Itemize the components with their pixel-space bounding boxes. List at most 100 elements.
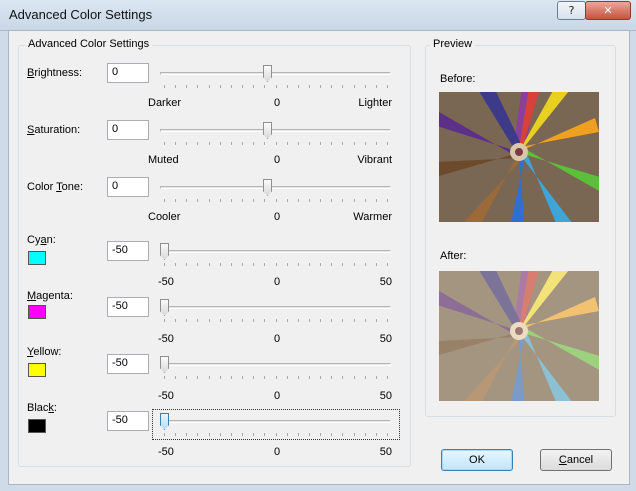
tick-mark (276, 433, 277, 436)
tick-mark (253, 142, 254, 145)
magenta-slider-track[interactable] (160, 306, 391, 309)
tick-mark (264, 199, 265, 202)
cancel-access-key: C (558, 454, 567, 466)
tick-mark (186, 85, 187, 88)
tick-mark (387, 263, 388, 266)
black-slider-track[interactable] (160, 420, 391, 423)
black-slider-ticks (160, 433, 391, 437)
help-button[interactable]: ? (557, 1, 586, 20)
tick-mark (175, 263, 176, 266)
tone-value-input[interactable]: 0 (107, 177, 149, 197)
yellow-slider-track[interactable] (160, 363, 391, 366)
cancel-label-rest: ancel (566, 454, 594, 466)
tone-max-label: Warmer (353, 211, 392, 223)
tick-mark (387, 376, 388, 379)
yellow-label-post: ellow: (33, 346, 62, 358)
black-value-input[interactable]: -50 (107, 411, 149, 431)
tick-mark (242, 199, 243, 202)
tick-mark (175, 319, 176, 322)
tick-mark (220, 319, 221, 322)
close-button[interactable]: ✕ (585, 1, 631, 20)
tick-mark (320, 433, 321, 436)
tick-mark (387, 433, 388, 436)
tick-mark (342, 199, 343, 202)
tick-mark (186, 376, 187, 379)
cancel-button[interactable]: Cancel (540, 449, 612, 471)
cyan-value-input[interactable]: -50 (107, 241, 149, 261)
tick-mark (342, 263, 343, 266)
tick-mark (298, 433, 299, 436)
brightness-slider-track[interactable] (160, 72, 391, 75)
saturation-slider-ticks (160, 142, 391, 146)
tick-mark (209, 376, 210, 379)
tick-mark (276, 376, 277, 379)
brightness-value-input[interactable]: 0 (107, 63, 149, 83)
tick-mark (220, 85, 221, 88)
tick-mark (354, 376, 355, 379)
tick-mark (276, 263, 277, 266)
tick-mark (164, 376, 165, 379)
tone-label: Color Tone: (27, 181, 83, 193)
tick-mark (253, 263, 254, 266)
tick-mark (264, 142, 265, 145)
tick-mark (264, 85, 265, 88)
tick-mark (376, 263, 377, 266)
tick-mark (276, 142, 277, 145)
tone-label-post: one: (61, 181, 84, 193)
tick-mark (276, 319, 277, 322)
magenta-label-key: M (27, 290, 37, 302)
tone-slider-track[interactable] (160, 186, 391, 189)
tick-mark (309, 142, 310, 145)
tick-mark (186, 319, 187, 322)
tick-mark (298, 376, 299, 379)
saturation-value-input[interactable]: 0 (107, 120, 149, 140)
tick-mark (220, 376, 221, 379)
yellow-max-label: 50 (379, 390, 392, 402)
tick-mark (309, 433, 310, 436)
tick-mark (342, 433, 343, 436)
magenta-value-input[interactable]: -50 (107, 297, 149, 317)
saturation-slider-track[interactable] (160, 129, 391, 132)
tick-mark (365, 433, 366, 436)
tick-mark (175, 199, 176, 202)
tick-mark (220, 263, 221, 266)
saturation-min-label: Muted (148, 154, 179, 166)
preview-group-title: Preview (430, 38, 476, 50)
tick-mark (197, 433, 198, 436)
ok-button[interactable]: OK (441, 449, 513, 471)
cyan-mid-label: 0 (274, 276, 281, 288)
yellow-swatch (28, 363, 46, 377)
yellow-value-input[interactable]: -50 (107, 354, 149, 374)
yellow-label: Yellow: (27, 346, 61, 358)
tick-mark (253, 199, 254, 202)
preview-before-image (439, 92, 599, 222)
tick-mark (231, 263, 232, 266)
tick-mark (387, 85, 388, 88)
tick-mark (376, 142, 377, 145)
tick-mark (309, 85, 310, 88)
tick-mark (376, 433, 377, 436)
settings-group (18, 45, 411, 467)
cyan-max-label: 50 (379, 276, 392, 288)
tick-mark (365, 376, 366, 379)
black-max-label: 50 (379, 446, 392, 458)
tick-mark (164, 263, 165, 266)
tick-mark (276, 199, 277, 202)
tick-mark (365, 142, 366, 145)
tick-mark (365, 319, 366, 322)
tick-mark (253, 376, 254, 379)
tick-mark (331, 433, 332, 436)
yellow-mid-label: 0 (274, 390, 281, 402)
tone-min-label: Cooler (148, 211, 181, 223)
tick-mark (231, 85, 232, 88)
tick-mark (197, 319, 198, 322)
settings-group-title: Advanced Color Settings (25, 38, 153, 50)
tick-mark (342, 85, 343, 88)
tick-mark (365, 85, 366, 88)
cyan-slider-track[interactable] (160, 250, 391, 253)
tick-mark (175, 376, 176, 379)
tick-mark (164, 433, 165, 436)
tick-mark (309, 319, 310, 322)
tick-mark (309, 263, 310, 266)
tick-mark (331, 199, 332, 202)
